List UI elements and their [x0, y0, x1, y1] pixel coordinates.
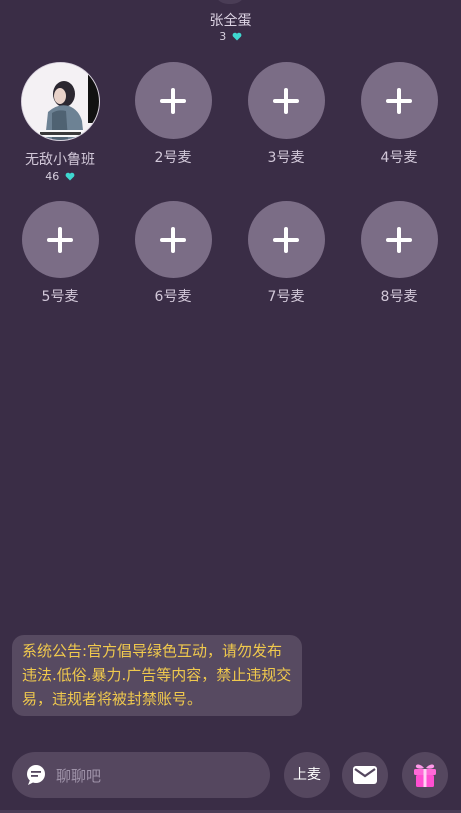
- mic-seat-2[interactable]: 2号麦: [123, 62, 223, 167]
- empty-seat-button[interactable]: [21, 201, 99, 278]
- seat-score: 46: [45, 170, 60, 183]
- host-name: 张全蛋: [209, 13, 252, 29]
- join-mic-label: 上麦: [293, 767, 321, 783]
- mic-seat-8[interactable]: 8号麦: [349, 201, 449, 306]
- empty-seat-button[interactable]: [247, 62, 325, 139]
- host-score: 3: [219, 30, 227, 43]
- seat-label: 3号麦: [267, 150, 305, 166]
- system-notice: 系统公告:官方倡导绿色互动，请勿发布违法.低俗.暴力.广告等内容，禁止违规交易，…: [12, 635, 302, 716]
- empty-seat-button[interactable]: [360, 62, 438, 139]
- plus-icon: [386, 87, 412, 114]
- avatar[interactable]: [20, 62, 100, 141]
- host-avatar-edge: [214, 0, 246, 4]
- chat-bubble-icon: [27, 765, 45, 785]
- empty-seat-button[interactable]: [134, 201, 212, 278]
- mic-seat-1[interactable]: 无敌小鲁班 46: [10, 62, 110, 183]
- plus-icon: [160, 226, 186, 253]
- seat-label: 无敌小鲁班: [25, 152, 95, 168]
- system-notice-text: 系统公告:官方倡导绿色互动，请勿发布违法.低俗.暴力.广告等内容，禁止违规交易，…: [22, 642, 292, 708]
- mic-seat-3[interactable]: 3号麦: [236, 62, 336, 167]
- gift-button[interactable]: [402, 752, 448, 798]
- host-section: 张全蛋 3: [0, 0, 461, 52]
- host-score-row: 3: [0, 30, 461, 43]
- plus-icon: [273, 87, 299, 114]
- chat-input[interactable]: 聊聊吧: [12, 752, 270, 798]
- empty-seat-button[interactable]: [360, 201, 438, 278]
- heart-icon: [232, 32, 242, 41]
- seat-label: 2号麦: [154, 150, 192, 166]
- chat-placeholder: 聊聊吧: [56, 767, 102, 785]
- seat-label: 8号麦: [380, 289, 418, 305]
- plus-icon: [47, 226, 73, 253]
- plus-icon: [160, 87, 186, 114]
- join-mic-button[interactable]: 上麦: [284, 752, 330, 798]
- empty-seat-button[interactable]: [134, 62, 212, 139]
- mic-seat-4[interactable]: 4号麦: [349, 62, 449, 167]
- seat-label: 7号麦: [267, 289, 305, 305]
- envelope-icon: [353, 766, 377, 784]
- plus-icon: [386, 226, 412, 253]
- seat-label: 4号麦: [380, 150, 418, 166]
- gift-box-icon: [414, 764, 436, 787]
- empty-seat-button[interactable]: [247, 201, 325, 278]
- bottom-toolbar: 聊聊吧 上麦: [0, 752, 461, 802]
- seat-score-row: 46: [10, 170, 110, 183]
- mic-seat-5[interactable]: 5号麦: [10, 201, 110, 306]
- seat-label: 6号麦: [154, 289, 192, 305]
- user-photo: [21, 63, 99, 140]
- message-button[interactable]: [342, 752, 388, 798]
- mic-seat-7[interactable]: 7号麦: [236, 201, 336, 306]
- seat-label: 5号麦: [41, 289, 79, 305]
- heart-icon: [65, 172, 75, 181]
- mic-seat-6[interactable]: 6号麦: [123, 201, 223, 306]
- plus-icon: [273, 226, 299, 253]
